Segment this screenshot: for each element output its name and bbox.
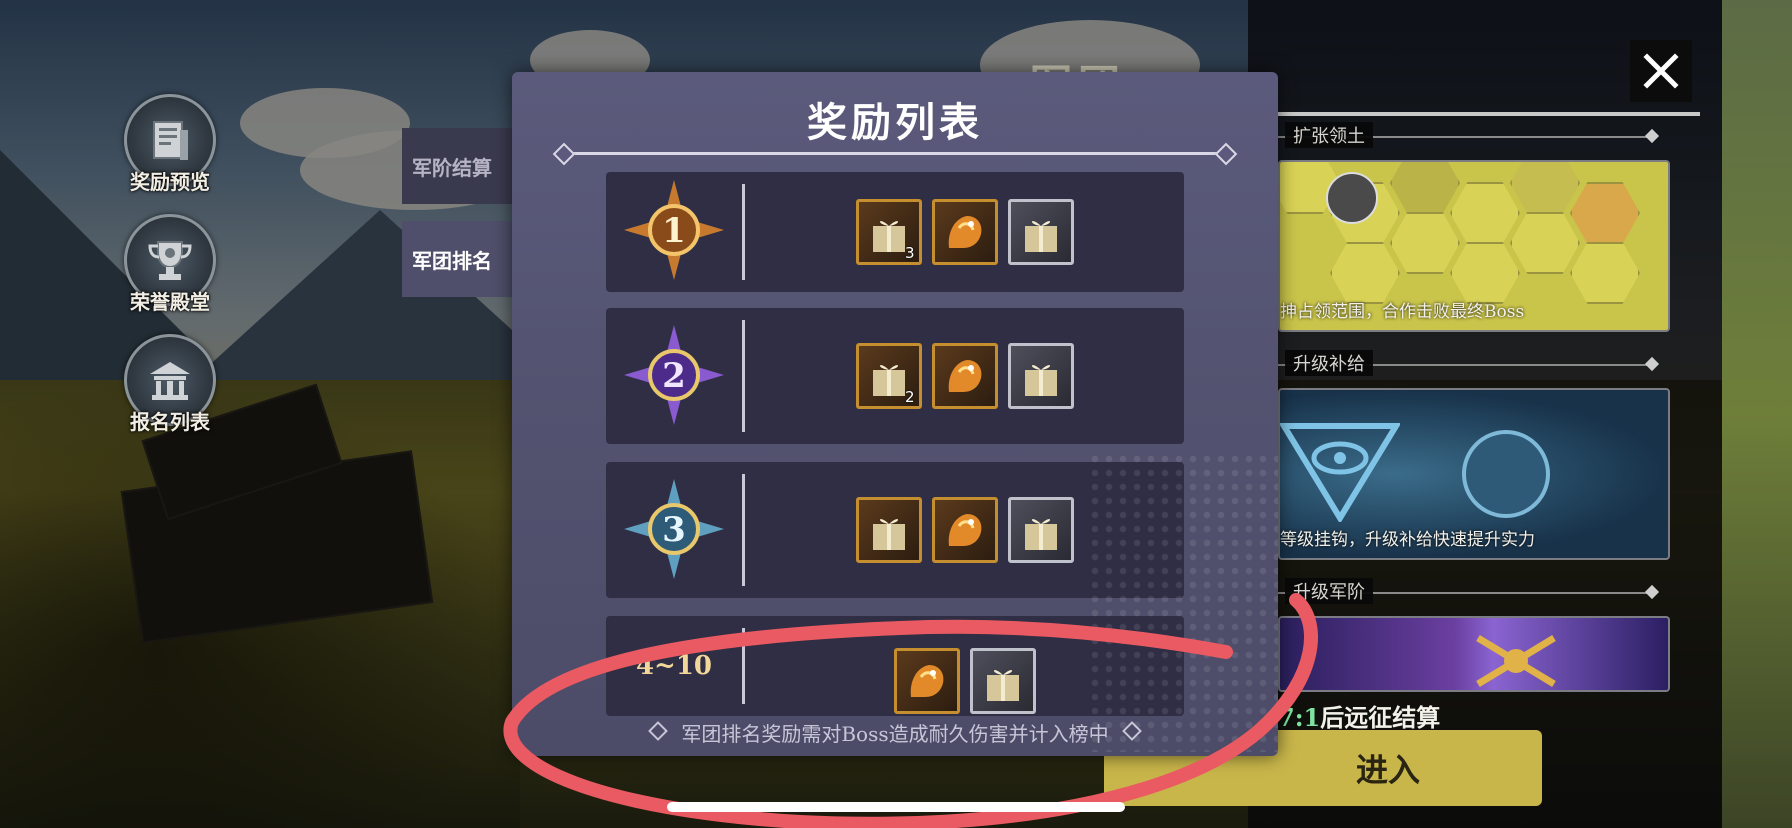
reward-list-modal: 奖励列表 1 3 2 2 3 4~10 军团排名奖励需对Boss造成耐久伤害并计… <box>512 72 1278 756</box>
rank-range-label: 4~10 <box>635 651 713 681</box>
expand-territory-card[interactable]: 抻占领范围，合作击败最终Boss <box>1278 160 1670 332</box>
hall-of-honor-button[interactable]: 荣誉殿堂 <box>118 214 222 315</box>
close-icon <box>1643 53 1679 89</box>
rank-3-badge: 3 <box>622 477 726 581</box>
gift-box-icon <box>1024 221 1057 252</box>
fire-beast-icon <box>910 665 943 697</box>
rank-2-badge: 2 <box>622 323 726 427</box>
fire-beast-icon <box>948 216 981 248</box>
reward-items: 2 <box>745 308 1184 444</box>
upgrade-rank-card[interactable] <box>1278 616 1670 692</box>
hall-of-honor-label: 荣誉殿堂 <box>130 290 210 314</box>
gift-box-item[interactable]: 3 <box>855 199 922 265</box>
fire-beast-item[interactable] <box>931 199 998 265</box>
reward-preview-label: 奖励预览 <box>130 170 210 194</box>
expand-territory-caption: 抻占领范围，合作击败最终Boss <box>1280 302 1525 322</box>
gift-box-item[interactable] <box>855 497 922 563</box>
reward-row-rank-3: 3 <box>606 462 1184 598</box>
gift-box-icon <box>872 519 905 550</box>
battle-swords-icon <box>1326 172 1378 224</box>
reward-preview-button[interactable]: 奖励预览 <box>118 94 222 195</box>
rank-1-badge: 1 <box>622 178 726 282</box>
reward-footnote: 军团排名奖励需对Boss造成耐久伤害并计入榜中 <box>512 718 1278 747</box>
gift-box-item[interactable] <box>969 648 1036 714</box>
gift-box-icon <box>1024 365 1057 396</box>
signup-list-label: 报名列表 <box>130 410 210 434</box>
upgrade-supply-caption: 等级挂钩，升级补给快速提升实力 <box>1280 530 1535 550</box>
eye-triangle-icon <box>1280 423 1400 522</box>
svg-text:3: 3 <box>662 510 686 550</box>
fire-beast-item[interactable] <box>893 648 960 714</box>
modal-title: 奖励列表 <box>807 99 983 146</box>
gift-box-icon <box>1024 519 1057 550</box>
title-divider <box>1264 112 1700 116</box>
home-indicator[interactable] <box>667 802 1125 812</box>
gift-box-icon <box>986 670 1019 701</box>
fire-beast-icon <box>948 360 981 392</box>
signup-list-button[interactable]: 报名列表 <box>118 334 222 435</box>
reward-items <box>745 616 1184 716</box>
reward-items <box>745 462 1184 598</box>
section-header-supply: 升级补给 <box>1265 350 1661 376</box>
tab-legion-ranking[interactable]: 军团排名 <box>402 221 512 297</box>
gift-box-item[interactable]: 2 <box>855 343 922 409</box>
fire-beast-item[interactable] <box>931 497 998 563</box>
upgrade-supply-card[interactable]: 等级挂钩，升级补给快速提升实力 <box>1278 388 1670 560</box>
fire-beast-icon <box>948 514 981 546</box>
upgrade-arrow-icon <box>1462 430 1550 518</box>
close-button[interactable] <box>1630 40 1692 102</box>
gift-box-item[interactable] <box>1007 343 1074 409</box>
section-header-rank: 升级军阶 <box>1265 578 1661 604</box>
svg-text:2: 2 <box>662 356 686 396</box>
fire-beast-item[interactable] <box>931 343 998 409</box>
gift-box-item[interactable] <box>1007 497 1074 563</box>
reward-row-rank-4-10: 4~10 <box>606 616 1184 716</box>
tab-rank-settlement[interactable]: 军阶结算 <box>402 128 512 204</box>
section-header-expand: 扩张领土 <box>1265 122 1661 148</box>
svg-text:1: 1 <box>662 211 686 251</box>
reward-items: 3 <box>745 172 1184 292</box>
title-divider-line <box>572 152 1218 155</box>
reward-row-rank-2: 2 2 <box>606 308 1184 444</box>
crossed-swords-icon <box>1476 635 1556 687</box>
settlement-countdown: 7:1后远征结算 <box>1278 703 1441 732</box>
gift-box-item[interactable] <box>1007 199 1074 265</box>
reward-row-rank-1: 1 3 <box>606 172 1184 292</box>
